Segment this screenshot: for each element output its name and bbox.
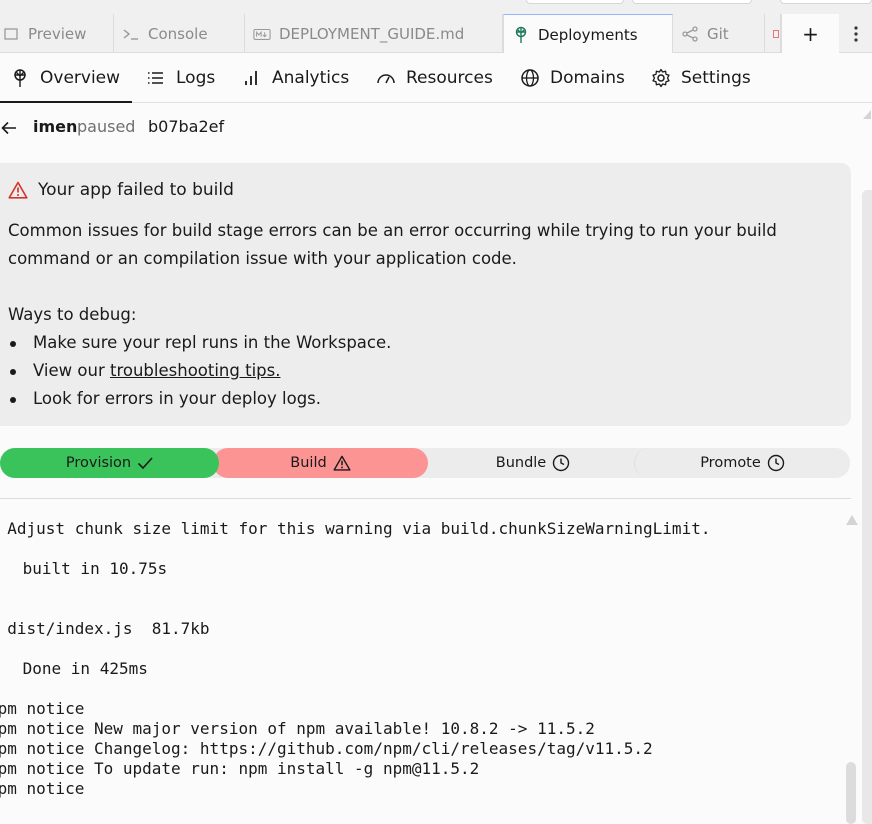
tab-git[interactable]: Git [673,14,765,53]
arrow-left-icon [1,121,16,135]
log-line: npm notice [0,699,85,718]
commit-hash[interactable]: b07ba2ef [148,117,224,136]
tab-preview[interactable]: Preview [0,14,114,53]
log-text: built in 10.75s [13,559,168,578]
deployment-stepper: Bundle Promote Build Provision [0,448,850,478]
repl-name: imen [33,117,78,136]
page-scrollbar-thumb[interactable] [862,190,872,824]
check-icon [138,457,153,470]
preview-icon [2,25,20,43]
nav-resources[interactable]: Resources [376,53,493,103]
log-line: ✓ built in 10.75s [0,559,168,579]
clock-icon [767,454,784,472]
top-strip-left [526,0,624,4]
logs-icon [148,72,163,84]
tab-label: Console [148,24,208,43]
step-label: Promote [700,455,761,471]
log-scroll-up-arrow-icon[interactable] [845,514,859,526]
log-line: npm notice Changelog: https://github.com… [0,739,653,758]
log-line: - Adjust chunk size limit for this warni… [0,519,711,538]
nav-settings[interactable]: Settings [651,53,751,103]
git-icon [681,25,699,43]
debug-item: Make sure your repl runs in the Workspac… [8,329,391,357]
warning-icon [8,181,28,199]
debug-list: Make sure your repl runs in the Workspac… [8,329,391,413]
more-options-button[interactable] [839,14,872,53]
log-line: npm notice New major version of npm avai… [0,719,595,738]
tab-label: Git [707,24,729,43]
nav-label: Logs [176,68,216,88]
top-strip-right [632,0,752,4]
top-strip-far [780,0,872,4]
log-line: npm notice [0,779,85,798]
tab-deployment-guide[interactable]: DEPLOYMENT_GUIDE.md [245,14,503,53]
tab-bar: Preview Console DEPLOYMENT_GUIDE.md Depl… [0,0,872,54]
gear-icon [652,68,670,88]
step-provision[interactable]: Provision [0,448,219,478]
overview-icon [14,69,26,87]
deployment-status: paused [77,117,136,136]
tab-label: Preview [28,24,87,43]
tab-overflow[interactable] [765,14,781,53]
step-promote[interactable]: Promote [634,448,850,478]
tab-deployments[interactable]: Deployments [503,14,673,54]
step-bundle[interactable]: Bundle [428,448,638,478]
log-scrollbar-thumb[interactable] [846,762,856,824]
error-title-row: Your app failed to build [8,180,234,200]
analytics-icon [245,71,257,85]
nav-logs[interactable]: Logs [146,53,215,103]
globe-icon [521,69,539,87]
red-tab-icon [773,29,779,38]
vertical-dots-icon [853,25,858,42]
nav-overview[interactable]: Overview [0,53,133,103]
tab-console[interactable]: Console [114,14,245,53]
error-title: Your app failed to build [38,180,234,200]
log-line: ⚡ Done in 425ms [0,659,148,679]
clock-icon [553,454,570,472]
step-label: Bundle [495,455,547,471]
tab-label: Deployments [538,25,638,44]
resources-icon [377,74,395,84]
console-icon [122,25,140,43]
nav-label: Analytics [272,68,350,88]
plus-icon: + [802,21,819,46]
nav-label: Domains [550,68,625,88]
check-glyph-icon: ✓ [0,559,13,579]
troubleshooting-link[interactable]: troubleshooting tips. [110,361,281,380]
debug-heading: Ways to debug: [8,305,137,324]
nav-domains[interactable]: Domains [520,53,625,103]
debug-item-text: View our [33,361,110,380]
nav-label: Resources [406,68,493,88]
deployments-icon [512,26,530,44]
divider [0,498,851,499]
nav-analytics[interactable]: Analytics [242,53,349,103]
markdown-icon [253,25,271,43]
debug-item: Look for errors in your deploy logs. [8,385,391,413]
error-description: Common issues for build stage errors can… [8,221,777,268]
back-button[interactable] [0,117,18,139]
log-line: dist/index.js 81.7kb [0,619,210,638]
lightning-icon: ⚡ [0,659,13,679]
nav-label: Settings [681,68,751,88]
log-text: Done in 425ms [13,659,148,678]
step-label: Build [290,455,327,471]
nav-label: Overview [40,68,121,88]
new-tab-button[interactable]: + [781,14,839,53]
step-label: Provision [65,455,132,471]
debug-item: View our troubleshooting tips. [8,357,391,385]
tab-label: DEPLOYMENT_GUIDE.md [279,24,465,43]
log-line: npm notice To update run: npm install -g… [0,759,480,778]
deployment-nav: Overview Logs Analytics Resources Domain… [0,53,872,103]
scroll-up-arrow-icon[interactable] [862,106,872,120]
warning-icon [333,455,351,471]
step-build[interactable]: Build [213,448,428,478]
